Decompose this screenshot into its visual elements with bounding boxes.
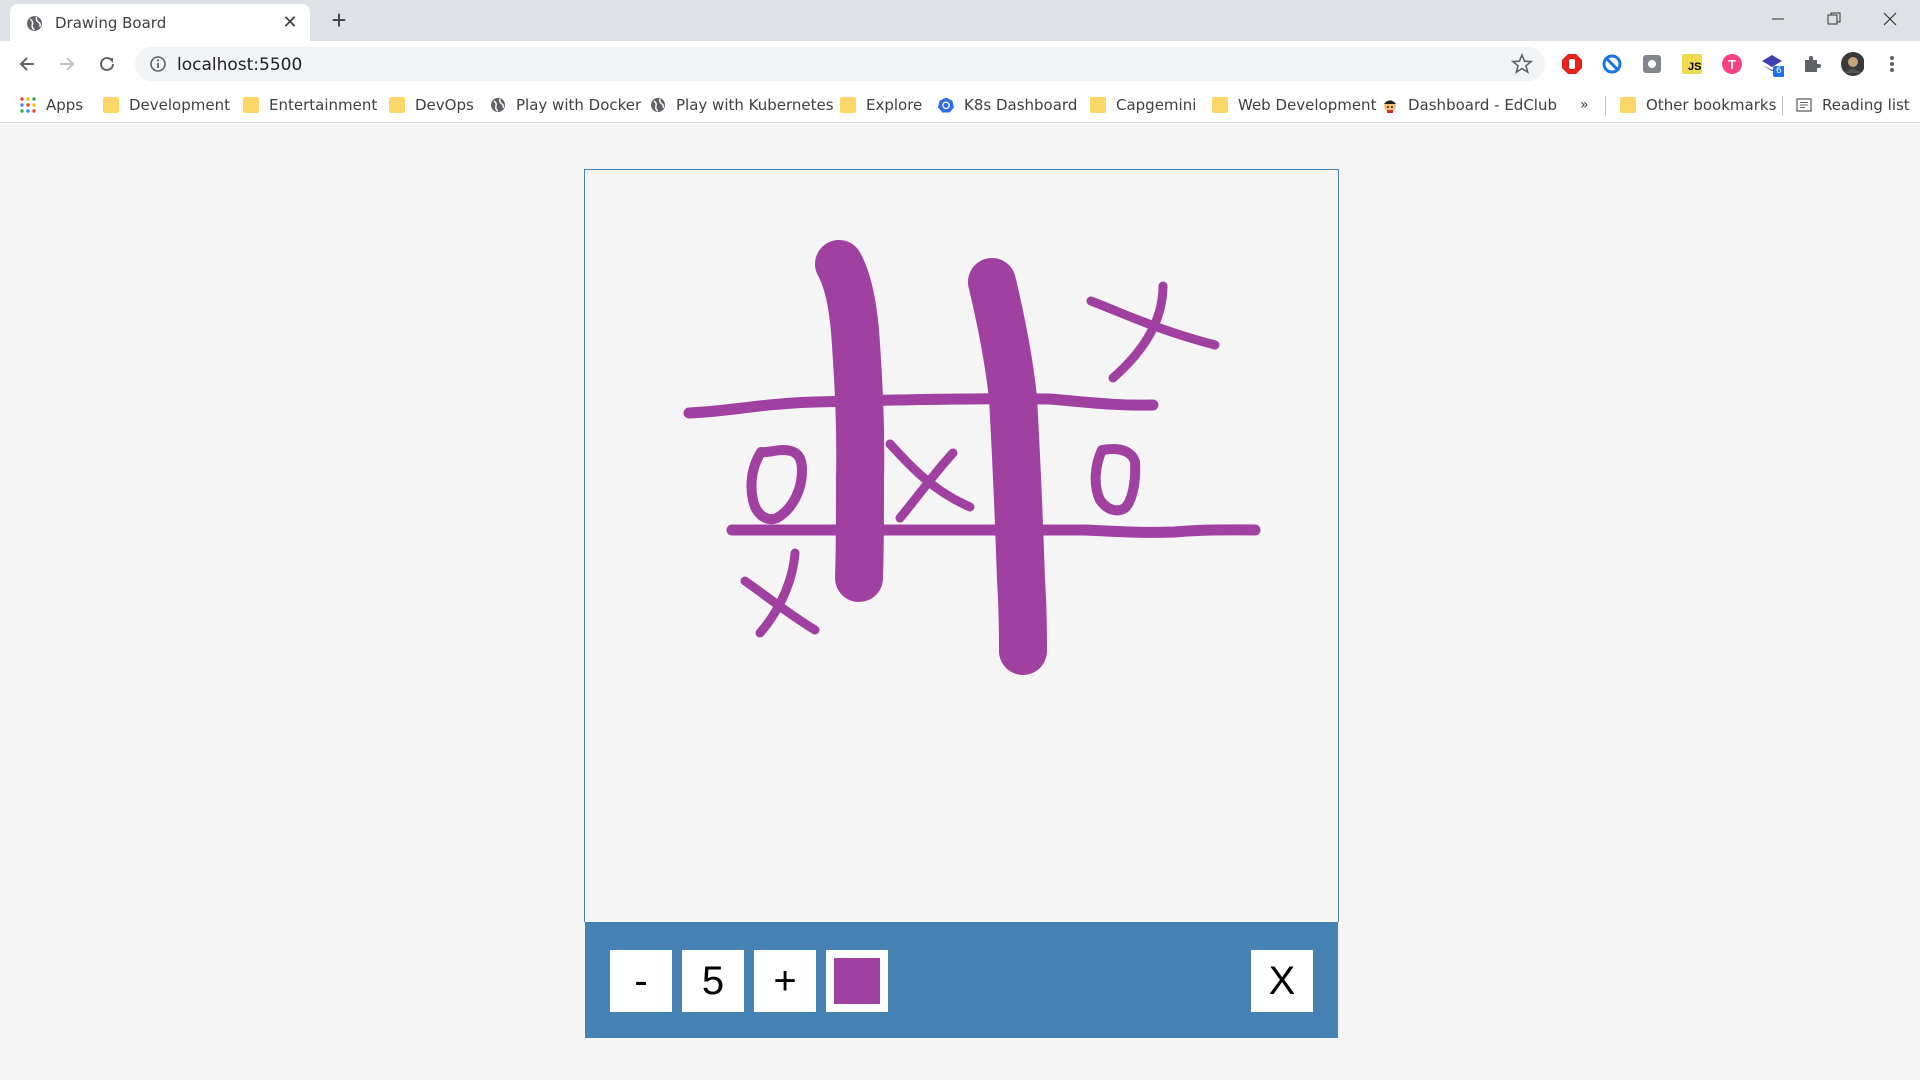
decrease-size-button[interactable]: - bbox=[610, 950, 672, 1012]
drawing-canvas[interactable] bbox=[585, 170, 1338, 922]
bookmark-label: K8s Dashboard bbox=[964, 96, 1078, 114]
bookmark-entertainment[interactable]: Entertainment bbox=[243, 94, 377, 116]
extension-badge: 6 bbox=[1776, 66, 1782, 76]
drawn-stroke bbox=[1090, 444, 1141, 516]
clear-canvas-button[interactable]: X bbox=[1251, 950, 1313, 1012]
bookmark-apps[interactable]: Apps bbox=[20, 94, 83, 116]
bookmark-label: DevOps bbox=[415, 96, 474, 114]
folder-icon bbox=[840, 97, 856, 113]
back-button[interactable] bbox=[12, 49, 42, 79]
bookmark-label: Entertainment bbox=[269, 96, 378, 114]
bookmark-other-bookmarks[interactable]: Other bookmarks bbox=[1620, 94, 1776, 116]
bookmark-label: Play with Kubernetes bbox=[676, 96, 834, 114]
apps-grid-icon bbox=[20, 97, 36, 113]
bookmark-label: Web Development bbox=[1238, 96, 1377, 114]
minimize-button[interactable] bbox=[1750, 0, 1806, 38]
svg-text:JS: JS bbox=[1688, 61, 1701, 73]
bookmark-web-development[interactable]: Web Development bbox=[1212, 94, 1376, 116]
bookmark-play-with-kubernetes[interactable]: Play with Kubernetes bbox=[650, 94, 834, 116]
folder-icon bbox=[243, 97, 259, 113]
bookmark-capgemini[interactable]: Capgemini bbox=[1090, 94, 1196, 116]
bookmark-k8s-dashboard[interactable]: K8s Dashboard bbox=[938, 94, 1077, 116]
reading-list-button[interactable]: Reading list bbox=[1796, 94, 1910, 116]
edclub-icon bbox=[1384, 100, 1396, 113]
bookmark-label: Capgemini bbox=[1116, 96, 1197, 114]
increase-size-button[interactable]: + bbox=[754, 950, 816, 1012]
bookmark-label: Dashboard - EdClub bbox=[1408, 96, 1557, 114]
globe-icon bbox=[491, 98, 505, 112]
kubernetes-icon bbox=[938, 97, 954, 113]
folder-icon bbox=[1090, 97, 1106, 113]
restore-button[interactable] bbox=[1806, 0, 1862, 38]
site-info-icon[interactable] bbox=[149, 55, 167, 73]
reload-icon bbox=[100, 56, 114, 71]
color-swatch bbox=[834, 958, 880, 1004]
restore-icon bbox=[1827, 12, 1841, 25]
folder-icon bbox=[389, 97, 405, 113]
close-window-button[interactable] bbox=[1862, 0, 1918, 38]
url-text[interactable]: localhost:5500 bbox=[177, 55, 302, 75]
profile-avatar[interactable] bbox=[1840, 52, 1864, 76]
toolbox: - 5 + X bbox=[585, 922, 1338, 1038]
new-tab-button[interactable]: + bbox=[324, 6, 354, 36]
bookmark-development[interactable]: Development bbox=[103, 94, 230, 116]
drawn-stroke bbox=[683, 393, 1159, 419]
adblock-extension-icon[interactable] bbox=[1560, 52, 1584, 76]
overflow-chevron-icon: » bbox=[1580, 97, 1589, 113]
minimize-icon bbox=[1772, 18, 1784, 20]
tab-title: Drawing Board bbox=[55, 14, 167, 32]
bookmarks-separator bbox=[1605, 96, 1606, 116]
screenshot-extension-icon[interactable] bbox=[1640, 52, 1664, 76]
bookmark-label: Explore bbox=[866, 96, 923, 114]
brush-size-value: 5 bbox=[682, 950, 744, 1012]
tab-strip: Drawing Board ✕ + bbox=[0, 0, 1920, 41]
menu-kebab-icon[interactable] bbox=[1880, 52, 1904, 76]
block-extension-icon[interactable] bbox=[1600, 52, 1624, 76]
bookmarks-overflow-button[interactable]: » bbox=[1580, 94, 1589, 116]
bookmark-edclub[interactable]: Dashboard - EdClub bbox=[1382, 94, 1557, 116]
bookmark-label: Development bbox=[129, 96, 230, 114]
svg-text:T: T bbox=[1728, 57, 1736, 72]
bookmark-label: Other bookmarks bbox=[1646, 96, 1777, 114]
bookmark-play-with-docker[interactable]: Play with Docker bbox=[490, 94, 641, 116]
address-bar[interactable]: localhost:5500 bbox=[135, 47, 1545, 81]
globe-icon bbox=[651, 98, 665, 112]
bookmark-devops[interactable]: DevOps bbox=[389, 94, 474, 116]
bookmark-star-icon[interactable] bbox=[1511, 53, 1533, 75]
forward-arrow-icon bbox=[60, 57, 75, 71]
bookmark-label: Play with Docker bbox=[516, 96, 642, 114]
drawn-stroke bbox=[726, 524, 1261, 538]
drawn-stroke bbox=[746, 445, 807, 524]
bookmarks-separator bbox=[1782, 96, 1783, 116]
globe-icon bbox=[27, 16, 42, 31]
browser-toolbar: localhost:5500 JS T 6 bbox=[0, 41, 1920, 87]
browser-tab[interactable]: Drawing Board ✕ bbox=[10, 4, 310, 41]
drawn-stroke bbox=[1108, 281, 1168, 383]
bookmark-label: Reading list bbox=[1822, 96, 1910, 114]
close-window-icon bbox=[1883, 12, 1897, 26]
back-arrow-icon bbox=[19, 57, 34, 71]
folder-icon bbox=[1620, 97, 1636, 113]
bookmark-explore[interactable]: Explore bbox=[840, 94, 922, 116]
extensions-puzzle-icon[interactable] bbox=[1800, 52, 1824, 76]
bookmark-label: Apps bbox=[46, 96, 84, 114]
stack-extension-icon[interactable]: 6 bbox=[1760, 52, 1784, 77]
js-extension-icon[interactable]: JS bbox=[1680, 52, 1704, 76]
folder-icon bbox=[103, 97, 119, 113]
reload-button[interactable] bbox=[92, 49, 122, 79]
color-picker[interactable] bbox=[826, 950, 888, 1012]
drawn-stroke bbox=[968, 258, 1047, 675]
reading-list-icon bbox=[1796, 98, 1812, 112]
forward-button[interactable] bbox=[52, 49, 82, 79]
drawing-board: - 5 + X bbox=[584, 169, 1339, 1038]
t-extension-icon[interactable]: T bbox=[1720, 52, 1744, 76]
folder-icon bbox=[1212, 97, 1228, 113]
close-tab-icon[interactable]: ✕ bbox=[280, 12, 300, 32]
bookmarks-bar: Apps Development Entertainment DevOps Pl… bbox=[0, 87, 1920, 123]
